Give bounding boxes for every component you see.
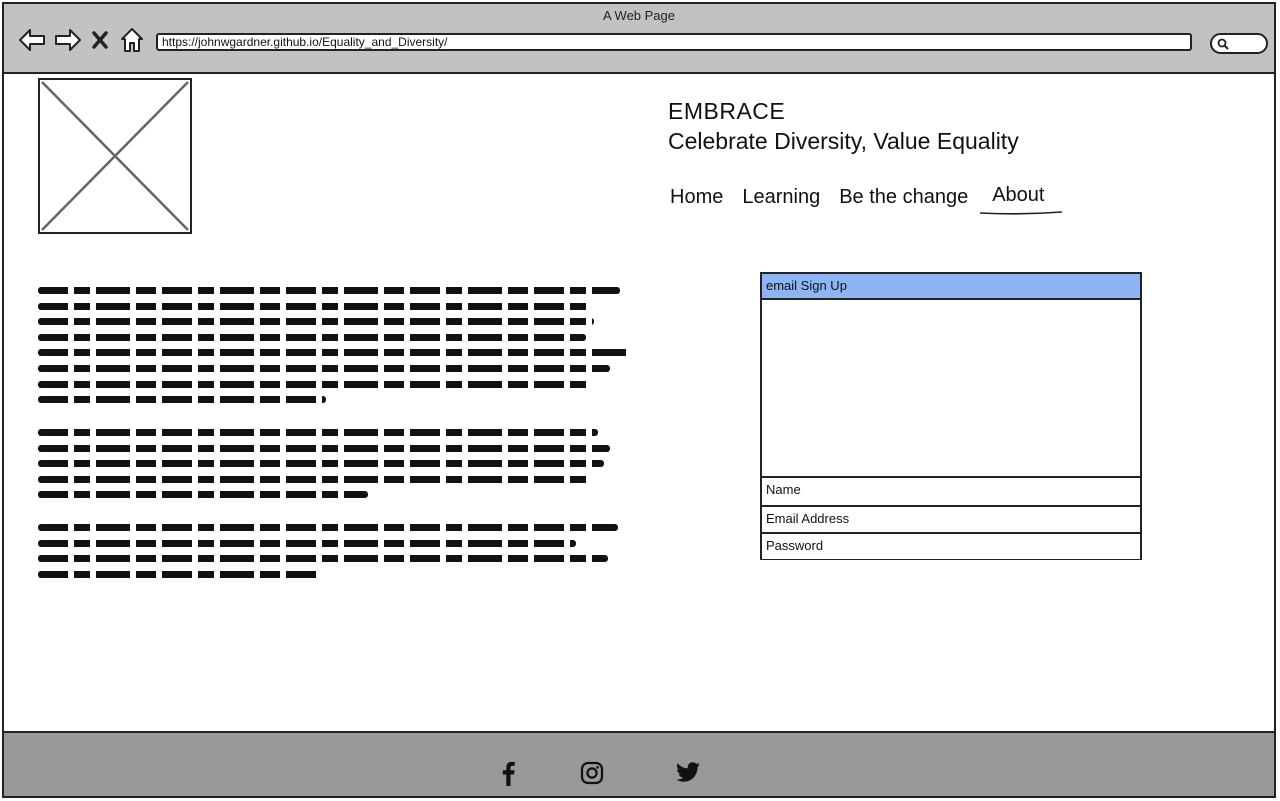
active-underline: [980, 211, 1063, 215]
back-arrow-icon[interactable]: [16, 24, 48, 56]
email-field[interactable]: Email Address: [762, 505, 1140, 532]
url-bar[interactable]: https://johnwgardner.github.io/Equality_…: [156, 33, 1192, 51]
email-signup-panel: email Sign Up Name Email Address Passwor…: [760, 272, 1142, 560]
body-paragraph-1: [38, 287, 628, 412]
site-tagline: Celebrate Diversity, Value Equality: [668, 128, 1019, 154]
logo-image-placeholder: [38, 78, 192, 234]
site-footer: [4, 731, 1274, 796]
signup-title: email Sign Up: [762, 274, 1140, 300]
body-paragraph-2: [38, 429, 610, 507]
browser-chrome: A Web Page https://johnwgardner.github.i…: [4, 4, 1274, 74]
browser-search[interactable]: [1210, 33, 1268, 54]
password-field[interactable]: Password: [762, 532, 1140, 559]
nav-be-the-change[interactable]: Be the change: [839, 186, 968, 209]
signup-body: [762, 300, 1140, 478]
facebook-icon[interactable]: [494, 759, 522, 787]
site-header: EMBRACE Celebrate Diversity, Value Equal…: [668, 96, 1019, 156]
main-nav: Home Learning Be the change About: [670, 184, 1071, 215]
nav-about-label: About: [992, 184, 1045, 206]
site-brand: EMBRACE: [668, 98, 786, 124]
search-icon: [1217, 38, 1229, 50]
instagram-icon[interactable]: [578, 759, 606, 787]
browser-window: A Web Page https://johnwgardner.github.i…: [2, 2, 1276, 798]
browser-nav: [16, 24, 148, 56]
nav-home[interactable]: Home: [670, 186, 723, 209]
stop-icon[interactable]: [88, 24, 112, 56]
home-icon[interactable]: [116, 24, 148, 56]
body-paragraph-3: [38, 524, 618, 586]
twitter-icon[interactable]: [674, 759, 702, 787]
window-title: A Web Page: [602, 8, 676, 23]
nav-learning[interactable]: Learning: [742, 186, 820, 209]
nav-about[interactable]: About: [980, 184, 1063, 215]
forward-arrow-icon[interactable]: [52, 24, 84, 56]
name-field[interactable]: Name: [762, 478, 1140, 505]
